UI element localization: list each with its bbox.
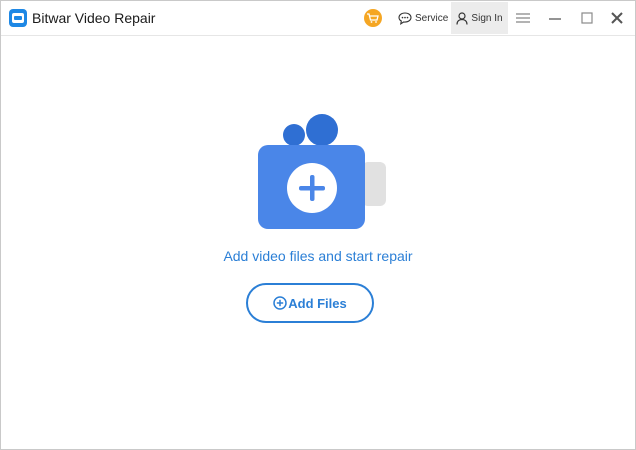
user-icon [456, 11, 469, 25]
menu-icon[interactable] [513, 10, 533, 26]
app-title: Bitwar Video Repair [32, 10, 156, 26]
sign-in-button[interactable]: Sign In [451, 2, 508, 34]
cart-button[interactable] [364, 9, 382, 27]
chat-icon [398, 11, 412, 25]
service-label: Service [415, 12, 449, 24]
minimize-icon[interactable] [546, 10, 564, 26]
bitwar-logo-icon [9, 9, 27, 27]
add-files-prompt: Add video files and start repair [223, 248, 413, 264]
add-files-button[interactable]: Add Files [246, 283, 374, 323]
maximize-icon[interactable] [578, 10, 596, 26]
title-bar[interactable]: Bitwar Video Repair Service Sign In [1, 1, 635, 36]
add-files-label: Add Files [288, 295, 347, 311]
app-window: Bitwar Video Repair Service Sign In Add … [0, 0, 636, 450]
cart-icon [367, 13, 379, 23]
close-icon[interactable] [608, 10, 626, 26]
sign-in-label: Sign In [471, 12, 503, 24]
service-button[interactable]: Service [398, 9, 448, 27]
video-camera-add-icon [258, 114, 386, 229]
plus-circle-icon [273, 296, 287, 310]
